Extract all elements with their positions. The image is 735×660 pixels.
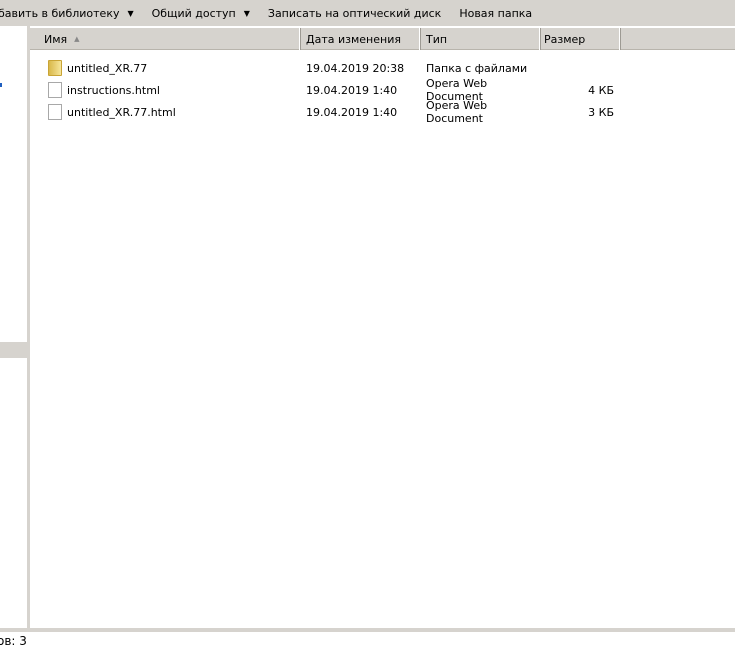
chevron-down-icon: ▼ xyxy=(127,8,134,18)
column-name[interactable]: Имя ▲ xyxy=(30,28,300,50)
file-icon xyxy=(48,104,62,120)
file-size: 3 КБ xyxy=(588,105,614,119)
add-to-library-button[interactable]: бавить в библиотеку ▼ xyxy=(0,0,143,26)
column-name-label: Имя xyxy=(44,32,68,46)
file-name: untitled_XR.77.html xyxy=(67,105,176,119)
file-row[interactable]: untitled_XR.77 19.04.2019 20:38 Папка с … xyxy=(30,57,735,79)
file-row[interactable]: untitled_XR.77.html 19.04.2019 1:40 Oper… xyxy=(30,99,735,125)
file-size: 4 КБ xyxy=(588,83,614,97)
nav-item-marker xyxy=(0,83,2,87)
share-label: Общий доступ xyxy=(151,6,236,20)
file-name: untitled_XR.77 xyxy=(67,61,148,75)
navigation-pane[interactable] xyxy=(0,26,27,628)
new-folder-button[interactable]: Новая папка xyxy=(450,0,541,26)
file-date: 19.04.2019 1:40 xyxy=(306,83,398,97)
column-type[interactable]: Тип xyxy=(420,28,540,50)
status-item-count: ов: 3 xyxy=(0,634,27,648)
share-button[interactable]: Общий доступ ▼ xyxy=(143,0,259,26)
toolbar: бавить в библиотеку ▼ Общий доступ ▼ Запис… xyxy=(0,0,735,26)
file-name: instructions.html xyxy=(67,83,160,97)
file-date: 19.04.2019 20:38 xyxy=(306,61,405,75)
column-header: Имя ▲ Дата изменения Тип Размер xyxy=(30,28,735,50)
file-icon xyxy=(48,82,62,98)
chevron-down-icon: ▼ xyxy=(243,8,250,18)
file-type: Opera Web Document xyxy=(426,99,488,125)
folder-icon xyxy=(48,60,62,76)
nav-selected-item[interactable] xyxy=(0,342,27,358)
column-size[interactable]: Размер xyxy=(540,28,620,50)
file-list[interactable]: Имя ▲ Дата изменения Тип Размер untitled_… xyxy=(30,26,735,628)
burn-disc-button[interactable]: Записать на оптический диск xyxy=(259,0,450,26)
sort-ascending-icon: ▲ xyxy=(74,35,80,43)
add-to-library-label: бавить в библиотеку xyxy=(0,6,120,20)
file-row[interactable]: instructions.html 19.04.2019 1:40 Opera … xyxy=(30,77,735,103)
file-type: Папка с файлами xyxy=(426,61,528,75)
column-date[interactable]: Дата изменения xyxy=(300,28,420,50)
status-divider xyxy=(0,628,735,632)
file-date: 19.04.2019 1:40 xyxy=(306,105,398,119)
